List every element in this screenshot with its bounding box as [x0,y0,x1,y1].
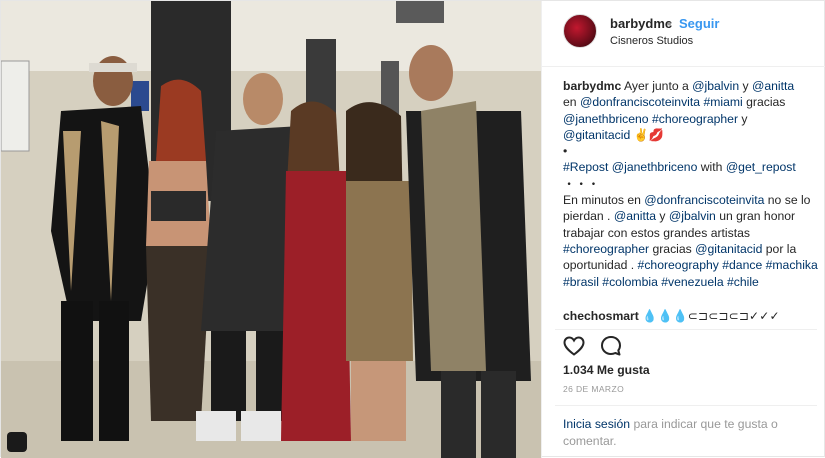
hashtag-link[interactable]: #machika [766,258,818,272]
author-username[interactable]: barbydmc [610,16,672,31]
group-photo-illustration [1,1,541,458]
mention-link[interactable]: @get_repost [726,160,796,174]
mention-link[interactable]: @jbalvin [669,209,716,223]
comment-row: chechosmart 💧💧💧⊂⊐⊂⊐⊂⊐✓✓✓ [563,308,821,324]
login-link[interactable]: Inicia sesión [563,417,630,431]
post-caption: barbydmc Ayer junto a @jbalvin y @anitta… [563,78,821,290]
hashtag-link[interactable]: #choreographer [563,242,649,256]
hashtag-link[interactable]: #venezuela [661,275,723,289]
caption-text: Ayer junto a [621,79,693,93]
caption-username[interactable]: barbydmc [563,79,621,93]
instagram-logo-icon [7,432,27,452]
post-photo[interactable] [1,1,541,458]
mention-link[interactable]: @gitanitacid [563,128,630,142]
like-count[interactable]: 1.034 Me gusta [563,363,650,377]
mention-link[interactable]: @anitta [752,79,794,93]
hashtag-link[interactable]: #brasil [563,275,599,289]
heart-icon[interactable] [562,334,586,358]
caption-text: with [697,160,726,175]
caption-text: en [563,95,580,110]
login-prompt: Inicia sesión para indicar que te gusta … [563,416,818,450]
hashtag-link[interactable]: #miami [703,95,742,109]
mention-link[interactable]: @gitanitacid [695,242,762,256]
post-date[interactable]: 26 DE MARZO [563,384,624,394]
caption-emoji: ✌💋 [630,127,665,142]
divider [555,329,817,330]
mention-link[interactable]: @jbalvin [692,79,739,93]
post-header: barbydmc • Seguir Cisneros Studios [542,1,825,67]
caption-text: gracias [649,241,696,256]
comment-username[interactable]: chechosmart [563,309,639,323]
comment-text: 💧💧💧⊂⊐⊂⊐⊂⊐✓✓✓ [642,309,780,323]
mention-link[interactable]: @donfranciscoteinvita [644,193,764,207]
hashtag-link[interactable]: #colombia [602,275,658,289]
caption-text: gracias [742,95,786,110]
separator-dot: • [667,16,672,31]
mention-link[interactable]: @anitta [614,209,656,223]
caption-text: y [738,111,748,126]
mention-link[interactable]: @donfranciscoteinvita [580,95,700,109]
post-side-panel: barbydmc • Seguir Cisneros Studios barby… [541,1,825,458]
caption-text: y [656,209,669,224]
hashtag-link[interactable]: #choreography [638,258,719,272]
caption-text: y [739,79,752,93]
divider [555,405,817,406]
post-frame: barbydmc • Seguir Cisneros Studios barby… [0,0,825,458]
follow-button[interactable]: Seguir [679,16,719,31]
location-link[interactable]: Cisneros Studios [610,35,693,47]
mention-link[interactable]: @janethbriceno [563,112,649,126]
hashtag-link[interactable]: #dance [722,258,762,272]
hashtag-link[interactable]: #choreographer [652,112,738,126]
hashtag-link[interactable]: #chile [727,275,759,289]
caption-dots: ・・・ [563,176,600,191]
avatar[interactable] [563,14,597,48]
caption-text: En minutos en [563,193,645,208]
caption-bullet: • [563,144,568,159]
hashtag-link[interactable]: #Repost [563,160,608,174]
mention-link[interactable]: @janethbriceno [612,160,698,174]
comment-icon[interactable] [599,334,623,358]
